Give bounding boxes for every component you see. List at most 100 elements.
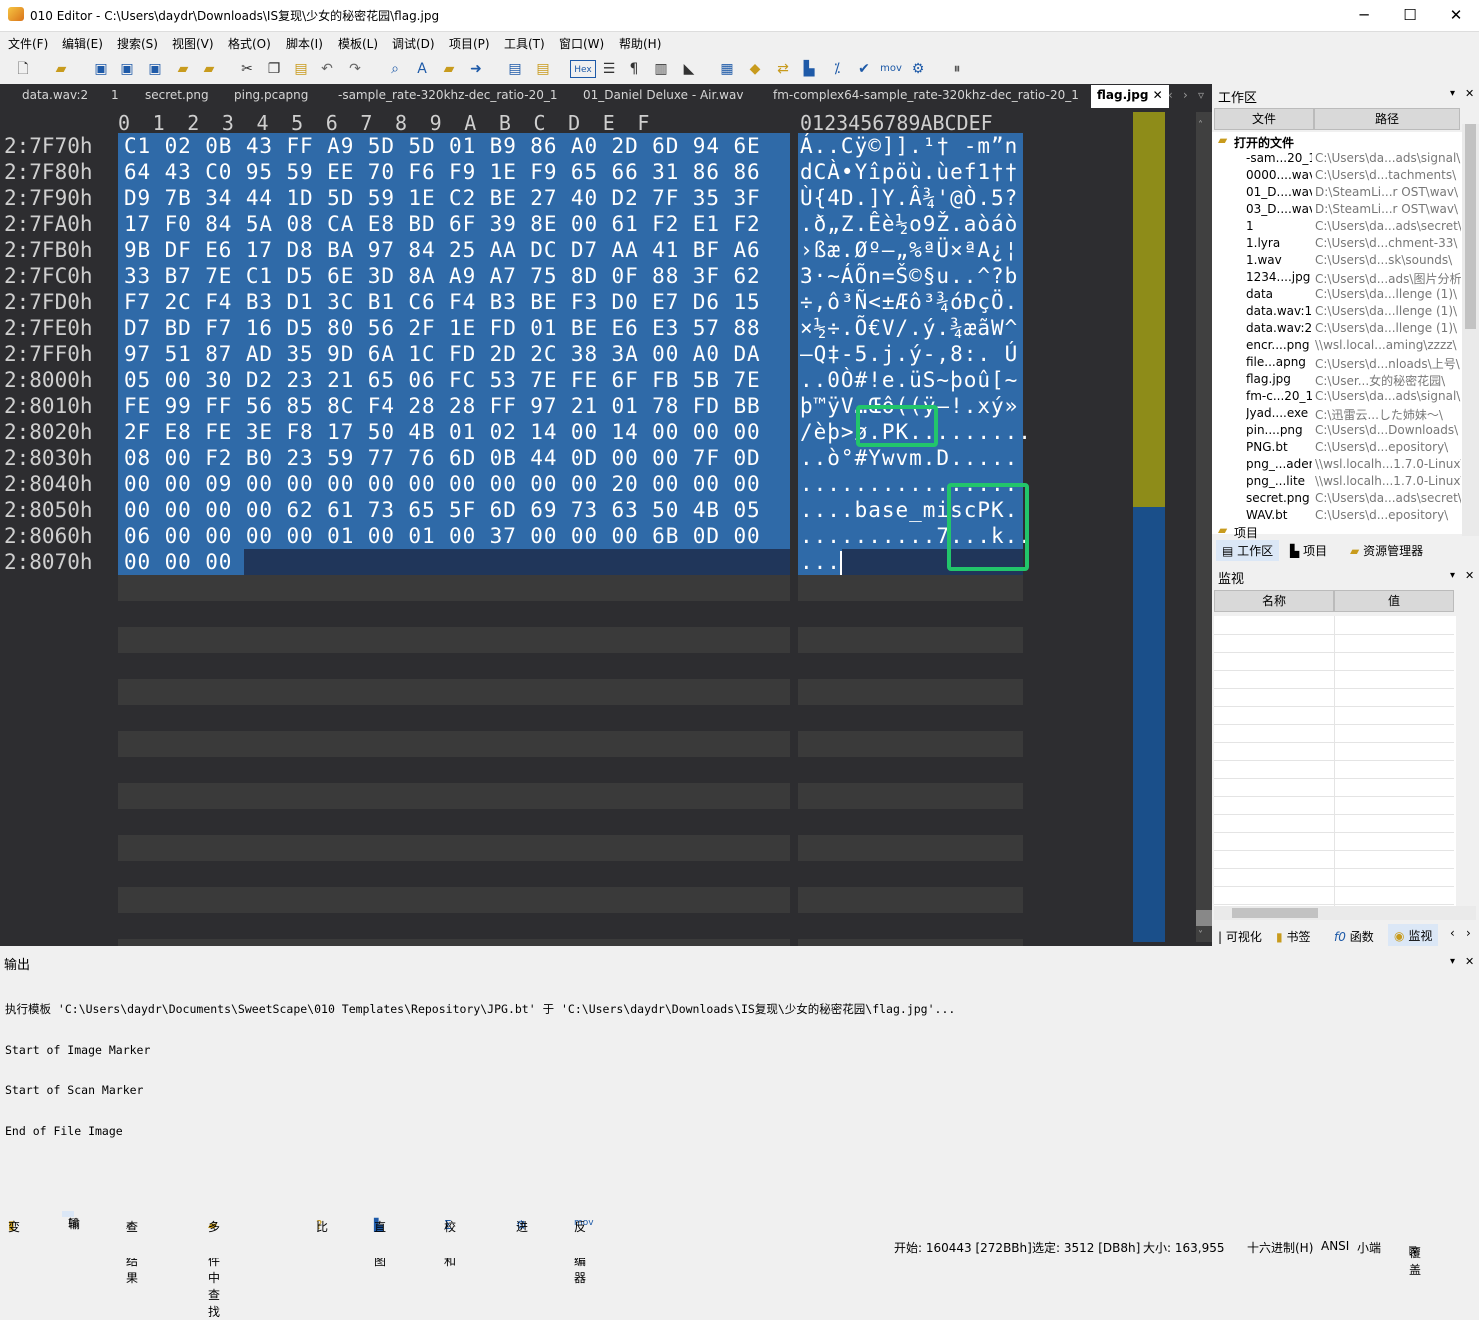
menu-script[interactable]: 脚本(I) — [286, 35, 323, 52]
tabs-next-icon[interactable]: › — [1466, 926, 1471, 940]
highlight-icon[interactable]: ◣ — [680, 60, 698, 78]
status-endian[interactable]: 小端 — [1357, 1239, 1381, 1256]
open-file-row[interactable]: fm-c...20_1 C:\Users\da...ads\signal\ — [1212, 388, 1462, 405]
open-file-row[interactable]: PNG.bt C:\Users\d...epository\ — [1212, 439, 1462, 456]
calculator-icon[interactable]: ▦ — [718, 60, 736, 78]
hex-row[interactable]: 2F E8 FE 3E F8 17 50 4B 01 02 14 00 14 0… — [124, 419, 761, 445]
menu-tools[interactable]: 工具(T) — [504, 35, 545, 52]
hex-row[interactable]: C1 02 0B 43 FF A9 5D 5D 01 B9 86 A0 2D 6… — [124, 133, 761, 159]
menu-search[interactable]: 搜索(S) — [117, 35, 158, 52]
scroll-down-icon[interactable]: ˅ — [1198, 930, 1203, 941]
menu-file[interactable]: 文件(F) — [8, 35, 48, 52]
menu-template[interactable]: 模板(L) — [338, 35, 378, 52]
hex-row[interactable]: 00 00 00 — [124, 549, 761, 575]
hex-row[interactable]: 33 B7 7E C1 D5 6E 3D 8A A9 A7 75 8D 0F 8… — [124, 263, 761, 289]
hex-row[interactable]: 00 00 09 00 00 00 00 00 00 00 00 00 20 0… — [124, 471, 761, 497]
hex-row[interactable]: F7 2C F4 B3 D1 3C B1 C6 F4 B3 BE F3 D0 E… — [124, 289, 761, 315]
minimize-button[interactable]: ─ — [1341, 0, 1387, 32]
watch-close-icon[interactable]: ✕ — [1465, 569, 1474, 582]
open-file-row[interactable]: 03_D....wav D:\SteamLi...r OST\wav\ — [1212, 201, 1462, 218]
menu-edit[interactable]: 编辑(E) — [62, 35, 103, 52]
copy-icon[interactable]: ❐ — [265, 60, 283, 78]
watch-hscrollbar[interactable] — [1214, 906, 1476, 920]
tab-list-icon[interactable]: ▿ — [1198, 88, 1204, 102]
tab-watch[interactable]: ◉ 监视 — [1388, 924, 1439, 947]
checksum-icon[interactable]: ✔ — [855, 60, 873, 78]
tab-secret-png[interactable]: secret.png — [145, 88, 209, 102]
col-header-file[interactable]: 文件 — [1214, 108, 1314, 130]
hex-row[interactable]: 64 43 C0 95 59 EE 70 F6 F9 1E F9 65 66 3… — [124, 159, 761, 185]
hex-row[interactable]: D9 7B 34 44 1D 5D 59 1E C2 BE 27 40 D2 7… — [124, 185, 761, 211]
columns-icon[interactable]: ▥ — [652, 60, 670, 78]
pause-icon[interactable]: ⏸ — [948, 60, 966, 78]
goto-icon[interactable]: ➜ — [467, 60, 485, 78]
open-file-row[interactable]: secret.png C:\Users\da...ads\secret\ — [1212, 490, 1462, 507]
open-file-row[interactable]: 01_D....wav D:\SteamLi...r OST\wav\ — [1212, 184, 1462, 201]
open-file-row[interactable]: 1.wav C:\Users\d...sk\sounds\ — [1212, 252, 1462, 269]
disassembler-icon[interactable]: mov — [879, 60, 903, 78]
tab-workspace[interactable]: ▤ 工作区 — [1216, 540, 1280, 561]
status-mode[interactable]: 十六进制(H) — [1247, 1239, 1313, 1256]
menu-format[interactable]: 格式(O) — [228, 35, 271, 52]
ascii-row[interactable]: ..ò°#Ywvm.D..... — [800, 445, 1032, 471]
paste-icon[interactable]: ▤ — [292, 60, 310, 78]
process-icon[interactable]: ⚙ — [909, 60, 927, 78]
open-file-row[interactable]: pin....png C:\Users\d...Downloads\ — [1212, 422, 1462, 439]
ascii-row[interactable]: Á..Cÿ©]].¹† -m”n — [800, 133, 1032, 159]
open-folder-icon[interactable]: ▰ — [52, 60, 70, 78]
tab-project[interactable]: ▙ 项目 — [1290, 542, 1327, 559]
file-list-scroll-thumb[interactable] — [1465, 124, 1476, 329]
watch-grid[interactable] — [1214, 616, 1456, 916]
hex-row[interactable]: 08 00 F2 B0 23 59 77 76 6D 0B 44 0D 00 0… — [124, 445, 761, 471]
hex-row[interactable]: D7 BD F7 16 D5 80 56 2F 1E FD 01 BE E6 E… — [124, 315, 761, 341]
output-dropdown-icon[interactable]: ▾ — [1450, 956, 1455, 967]
col-header-path[interactable]: 路径 — [1314, 108, 1460, 130]
undo-icon[interactable]: ↶ — [318, 60, 336, 78]
watch-hscroll-thumb[interactable] — [1232, 908, 1318, 918]
menu-project[interactable]: 项目(P) — [449, 35, 490, 52]
open-file-row[interactable]: 1234....jpg C:\Users\d...ads\图片分析\ — [1212, 269, 1462, 286]
open-file-row[interactable]: Jyad....exe C:\迅雷云...した姉妹～\ — [1212, 405, 1462, 422]
status-encoding[interactable]: ANSI — [1321, 1239, 1349, 1253]
save-icon[interactable]: ▣ — [92, 60, 110, 78]
scroll-thumb[interactable] — [1196, 910, 1212, 926]
tab-flag-jpg[interactable]: flag.jpg ✕ — [1091, 85, 1169, 108]
maximize-button[interactable]: ☐ — [1387, 0, 1433, 32]
tab-sample-rate[interactable]: -sample_rate-320khz-dec_ratio-20_1 — [338, 88, 557, 102]
ascii-row[interactable]: ›ßæ.Øº—„%ªÜ×ªA¿¦ — [800, 237, 1032, 263]
output-log[interactable]: 执行模板 'C:\Users\daydr\Documents\SweetScap… — [5, 976, 955, 1165]
find-in-files-icon[interactable]: ▰ — [440, 60, 458, 78]
hex-row[interactable]: 97 51 87 AD 35 9D 6A 1C FD 2D 2C 38 3A 0… — [124, 341, 761, 367]
hex-editor[interactable]: 0 1 2 3 4 5 6 7 8 9 A B C D E F 01234567… — [0, 108, 1212, 946]
open-files-group[interactable]: ▰ 打开的文件 — [1212, 133, 1462, 150]
tab-explorer[interactable]: ▰ 资源管理器 — [1350, 542, 1423, 559]
menu-view[interactable]: 视图(V) — [172, 35, 214, 52]
hex-row[interactable]: 9B DF E6 17 D8 BA 97 84 25 AA DC D7 AA 4… — [124, 237, 761, 263]
menu-window[interactable]: 窗口(W) — [559, 35, 604, 52]
menu-help[interactable]: 帮助(H) — [619, 35, 661, 52]
ascii-row[interactable]: dCÀ•Yîpöù.ùef1†† — [800, 159, 1032, 185]
hex-row[interactable]: 17 F0 84 5A 08 CA E8 BD 6F 39 8E 00 61 F… — [124, 211, 761, 237]
open-file-row[interactable]: 1.lyra C:\Users\d...chment-33\ — [1212, 235, 1462, 252]
open-file-row[interactable]: png_...lite \\wsl.localh...1.7.0-Linux\ — [1212, 473, 1462, 490]
open-file-row[interactable]: data.wav:1 C:\Users\da...llenge (1)\ — [1212, 303, 1462, 320]
tab-bookmarks[interactable]: ▮ 书签 — [1276, 928, 1310, 945]
percent-icon[interactable]: ⁒ — [828, 60, 846, 78]
scroll-up-icon[interactable]: ˄ — [1198, 120, 1203, 131]
tab-output[interactable]: ▤ 输出 — [62, 1211, 80, 1248]
ascii-row[interactable]: .ð„Z.Êè½o9Ž.aòáò — [800, 211, 1032, 237]
ascii-row[interactable]: ..0Ò#!e.üS~þoû[~ — [800, 367, 1032, 393]
hex-mode-icon[interactable]: Hex — [570, 60, 596, 78]
tab-air-wav[interactable]: 01_Daniel Deluxe - Air.wav — [583, 88, 743, 102]
open-file-row[interactable]: flag.jpg C:\User...女的秘密花园\ — [1212, 371, 1462, 388]
hex-row[interactable]: FE 99 FF 56 85 8C F4 28 28 FF 97 21 01 7… — [124, 393, 761, 419]
find-icon[interactable]: ⌕ — [386, 60, 404, 78]
hex-bytes[interactable]: C1 02 0B 43 FF A9 5D 5D 01 B9 86 A0 2D 6… — [124, 133, 761, 575]
watch-col-name[interactable]: 名称 — [1214, 590, 1334, 612]
vertical-scrollbar[interactable]: ˄ ˅ — [1196, 112, 1212, 942]
swap-icon[interactable]: ⇄ — [774, 60, 792, 78]
histogram-icon[interactable]: ▙ — [800, 60, 818, 78]
tab-data-wav-2[interactable]: data.wav:2 — [22, 88, 88, 102]
output-close-icon[interactable]: ✕ — [1465, 955, 1474, 968]
new-file-icon[interactable]: 🗋 — [14, 60, 32, 78]
